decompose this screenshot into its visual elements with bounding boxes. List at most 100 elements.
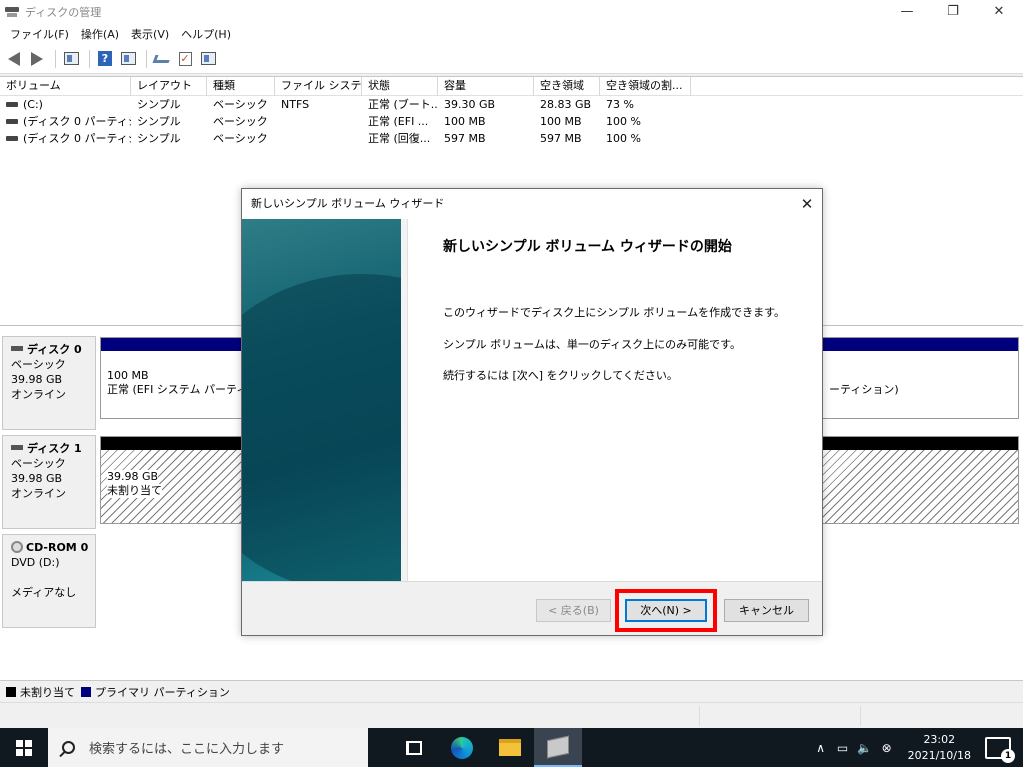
disk-management-icon bbox=[547, 735, 569, 758]
new-simple-volume-wizard: 新しいシンプル ボリューム ウィザード ✕ 新しいシンプル ボリューム ウィザー… bbox=[241, 188, 823, 636]
column-status[interactable]: 状態 bbox=[362, 77, 438, 96]
table-row[interactable]: (C:) シンプル ベーシック NTFS 正常 (ブート... 39.30 GB… bbox=[0, 96, 1023, 113]
percent-free-cell: 73 % bbox=[606, 98, 634, 111]
toolbar-separator bbox=[146, 49, 147, 68]
drive-icon bbox=[6, 136, 18, 141]
disk-0-label[interactable]: ディスク 0 ベーシック 39.98 GB オンライン bbox=[2, 336, 96, 430]
minimize-button[interactable]: — bbox=[884, 0, 930, 23]
wizard-description-3: 続行するには [次へ] をクリックしてください。 bbox=[443, 369, 678, 382]
status-cell: 正常 (回復... bbox=[368, 132, 431, 145]
volume-name: (C:) bbox=[23, 98, 43, 111]
toolbar-separator bbox=[89, 49, 90, 68]
forward-icon bbox=[31, 51, 43, 66]
menu-file[interactable]: ファイル(F) bbox=[4, 26, 75, 42]
disk-management-taskbar-button[interactable] bbox=[534, 728, 582, 767]
disk-1-label[interactable]: ディスク 1 ベーシック 39.98 GB オンライン bbox=[2, 435, 96, 529]
toolbar: ? ✓ bbox=[0, 44, 1023, 74]
clock[interactable]: 23:02 2021/10/18 bbox=[908, 732, 971, 764]
connect-button[interactable] bbox=[152, 49, 172, 69]
help-icon: ? bbox=[98, 51, 112, 66]
recovery-partition[interactable]: ーティション) bbox=[822, 337, 1019, 419]
dialog-title: 新しいシンプル ボリューム ウィザード bbox=[251, 197, 445, 210]
column-layout[interactable]: レイアウト bbox=[131, 77, 207, 96]
column-type[interactable]: 種類 bbox=[207, 77, 275, 96]
network-icon[interactable]: ▭ bbox=[835, 728, 851, 767]
partition-size: 100 MB bbox=[107, 369, 149, 382]
volume-cell: (ディスク 0 パーティシ... bbox=[0, 113, 131, 130]
column-percent-free[interactable]: 空き領域の割... bbox=[600, 77, 691, 96]
highlight-annotation bbox=[615, 589, 717, 632]
show-hide-console-tree-button[interactable] bbox=[61, 49, 81, 69]
capacity-cell: 39.30 GB bbox=[444, 98, 496, 111]
menu-view[interactable]: 表示(V) bbox=[125, 26, 175, 42]
disk-type: ベーシック bbox=[11, 457, 66, 470]
partition-status: ーティション) bbox=[829, 383, 899, 396]
dialog-close-button[interactable]: ✕ bbox=[792, 189, 822, 219]
layout-cell: シンプル bbox=[137, 115, 181, 128]
table-row[interactable]: (ディスク 0 パーティシ... シンプル ベーシック 正常 (EFI ... … bbox=[0, 113, 1023, 130]
notification-center-icon[interactable]: 1 bbox=[985, 736, 1015, 763]
help-button[interactable]: ? bbox=[95, 49, 115, 69]
layout-cell: シンプル bbox=[137, 98, 181, 111]
file-system-cell: NTFS bbox=[281, 98, 310, 111]
back-button[interactable] bbox=[4, 49, 24, 69]
volume-name: (ディスク 0 パーティシ... bbox=[23, 132, 131, 145]
table-row[interactable]: (ディスク 0 パーティシ... シンプル ベーシック 正常 (回復... 59… bbox=[0, 130, 1023, 147]
edge-button[interactable] bbox=[438, 728, 486, 767]
cancel-button[interactable]: キャンセル bbox=[724, 599, 809, 622]
error-icon[interactable]: ⊗ bbox=[879, 728, 895, 767]
column-capacity[interactable]: 容量 bbox=[438, 77, 534, 96]
column-file-system[interactable]: ファイル システム bbox=[275, 77, 362, 96]
disk-size: 39.98 GB bbox=[11, 373, 63, 386]
volume-icon[interactable]: 🔈 bbox=[857, 728, 873, 767]
status-bar bbox=[0, 702, 1023, 728]
back-button[interactable]: < 戻る(B) bbox=[536, 599, 611, 622]
free-space-cell: 100 MB bbox=[540, 115, 582, 128]
volume-cell: (C:) bbox=[0, 96, 131, 113]
drive-icon bbox=[6, 119, 18, 124]
taskbar-search[interactable]: 検索するには、ここに入力します bbox=[48, 728, 368, 767]
menu-action[interactable]: 操作(A) bbox=[75, 26, 125, 42]
percent-free-cell: 100 % bbox=[606, 132, 641, 145]
menu-help[interactable]: ヘルプ(H) bbox=[175, 26, 237, 42]
percent-free-cell: 100 % bbox=[606, 115, 641, 128]
time: 23:02 bbox=[923, 732, 956, 746]
disk-size: 39.98 GB bbox=[11, 472, 63, 485]
properties-icon bbox=[120, 52, 136, 65]
disk-status: オンライン bbox=[11, 487, 66, 500]
legend-unallocated: 未割り当て bbox=[20, 685, 75, 699]
properties-button[interactable] bbox=[118, 49, 138, 69]
status-cell: 正常 (ブート... bbox=[368, 98, 438, 111]
task-view-button[interactable] bbox=[390, 728, 438, 767]
type-cell: ベーシック bbox=[213, 132, 268, 145]
forward-button[interactable] bbox=[27, 49, 47, 69]
disk-status: オンライン bbox=[11, 388, 66, 401]
volume-name: (ディスク 0 パーティシ... bbox=[23, 115, 131, 128]
status-segment bbox=[699, 706, 700, 726]
check-icon: ✓ bbox=[178, 51, 192, 66]
close-button[interactable]: ✕ bbox=[976, 0, 1022, 23]
system-tray: ∧ ▭ 🔈 ⊗ 23:02 2021/10/18 1 bbox=[810, 728, 1023, 767]
cd-icon bbox=[11, 541, 23, 553]
check-button[interactable]: ✓ bbox=[175, 49, 195, 69]
wizard-heading: 新しいシンプル ボリューム ウィザードの開始 bbox=[443, 239, 732, 255]
legend-primary: プライマリ パーティション bbox=[95, 685, 230, 699]
column-volume[interactable]: ボリューム bbox=[0, 77, 131, 96]
menu-bar: ファイル(F) 操作(A) 表示(V) ヘルプ(H) bbox=[0, 23, 1023, 44]
disk-name: CD-ROM 0 bbox=[26, 541, 89, 554]
disk-type: ベーシック bbox=[11, 358, 66, 371]
unallocated-space-right[interactable] bbox=[822, 436, 1019, 524]
file-explorer-button[interactable] bbox=[486, 728, 534, 767]
column-free-space[interactable]: 空き領域 bbox=[534, 77, 600, 96]
unallocated-space[interactable]: 39.98 GB 未割り当て bbox=[100, 436, 242, 524]
efi-partition[interactable]: 100 MB 正常 (EFI システム パーティシ bbox=[100, 337, 258, 419]
cdrom-label[interactable]: CD-ROM 0 DVD (D:) メディアなし bbox=[2, 534, 96, 628]
maximize-button[interactable]: ❐ bbox=[930, 0, 976, 23]
window-title: ディスクの管理 bbox=[25, 5, 102, 19]
list-button[interactable] bbox=[198, 49, 218, 69]
start-button[interactable] bbox=[0, 728, 48, 767]
wizard-description-2: シンプル ボリュームは、単一のディスク上にのみ可能です。 bbox=[443, 338, 741, 351]
toolbar-separator bbox=[55, 49, 56, 68]
unallocated-bar bbox=[823, 437, 1018, 450]
show-hidden-icons-chevron-icon[interactable]: ∧ bbox=[813, 728, 829, 767]
